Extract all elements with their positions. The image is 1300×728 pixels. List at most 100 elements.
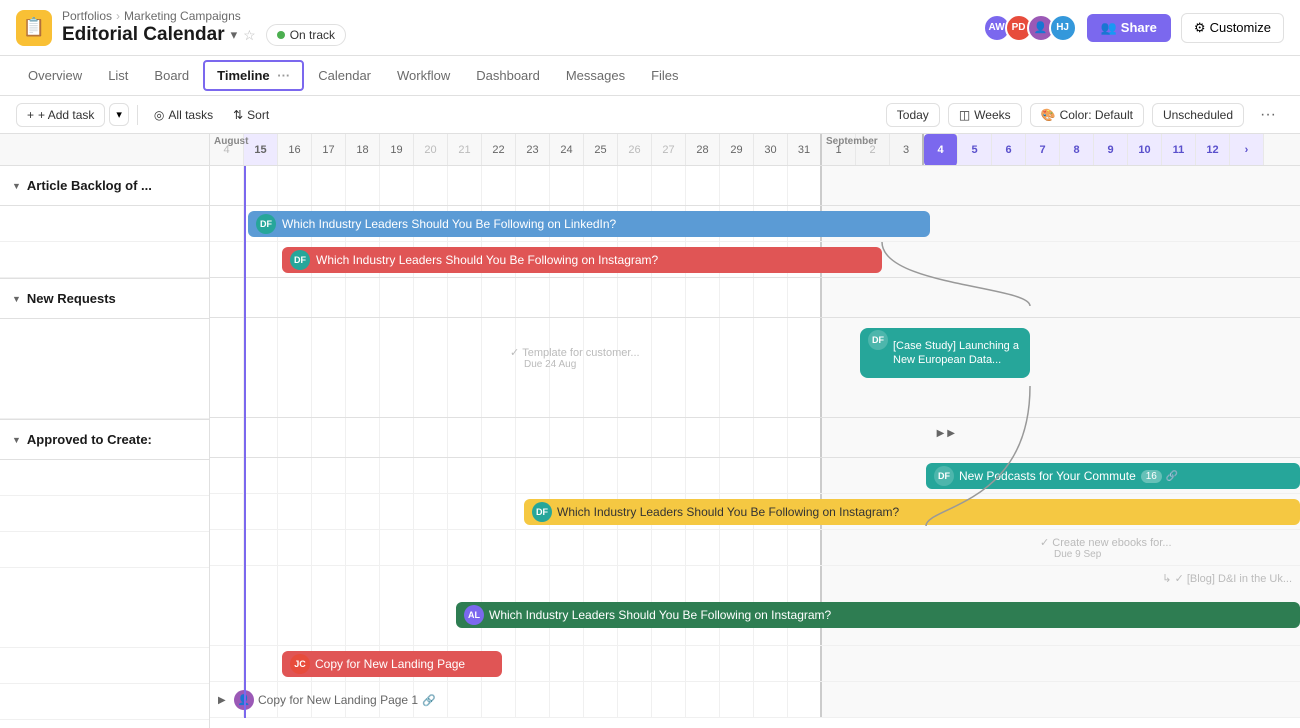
title-star-btn[interactable]: ☆ xyxy=(243,27,256,44)
more-button[interactable]: ··· xyxy=(1252,102,1284,128)
article-backlog-task-row2: DF Which Industry Leaders Should You Be … xyxy=(210,242,1300,278)
task-blog-ghost[interactable]: ↳ ✓ [Blog] D&I in the Uk... xyxy=(1162,572,1300,585)
connector-arrows: ▶ ▶ xyxy=(937,428,955,439)
add-task-button[interactable]: + + Add task xyxy=(16,103,105,127)
approved-row5 xyxy=(0,648,209,684)
august-label: August xyxy=(214,136,248,147)
chevron-down-icon2: ▼ xyxy=(12,294,21,304)
all-tasks-button[interactable]: ◎ All tasks xyxy=(146,104,221,126)
title-dropdown-btn[interactable]: ▾ xyxy=(231,27,238,43)
tab-files[interactable]: Files xyxy=(639,62,690,89)
sep-5: 5 xyxy=(958,134,992,166)
task-ebooks-ghost[interactable]: ✓ Create new ebooks for... Due 9 Sep xyxy=(1040,536,1172,560)
color-button[interactable]: 🎨 Color: Default xyxy=(1030,103,1144,127)
color-icon: 🎨 xyxy=(1041,108,1056,122)
section-article-backlog-header[interactable]: ▼ Article Backlog of ... xyxy=(0,166,209,206)
approved-row2: DF Which Industry Leaders Should You Be … xyxy=(210,494,1300,530)
task-instagram-backlog[interactable]: DF Which Industry Leaders Should You Be … xyxy=(282,247,882,273)
tab-overview[interactable]: Overview xyxy=(16,62,94,89)
september-label: September xyxy=(826,136,878,147)
tab-dashboard[interactable]: Dashboard xyxy=(464,62,552,89)
sep-6: 6 xyxy=(992,134,1026,166)
avatar-df5: DF xyxy=(532,502,552,522)
weeks-icon: ◫ xyxy=(959,108,970,122)
sep-3: 3 xyxy=(890,134,924,166)
sort-label: Sort xyxy=(247,108,269,122)
new-requests-header-row xyxy=(210,278,1300,318)
toolbar: + + Add task ▾ ◎ All tasks ⇅ Sort Today … xyxy=(0,96,1300,134)
share-button[interactable]: 👥 Share xyxy=(1087,14,1171,42)
instagram-backlog-label: Which Industry Leaders Should You Be Fol… xyxy=(316,253,658,267)
section-approved-header[interactable]: ▼ Approved to Create: xyxy=(0,420,209,460)
logo: 📋 xyxy=(16,10,52,46)
status-badge[interactable]: On track xyxy=(266,24,346,46)
blog-ghost-label: [Blog] D&I in the Uk... xyxy=(1187,573,1292,585)
page-title: Editorial Calendar xyxy=(62,24,225,46)
toolbar-right: Today ◫ Weeks 🎨 Color: Default Unschedul… xyxy=(886,102,1284,128)
date-27: 27 xyxy=(652,134,686,166)
linkedin-task-label: Which Industry Leaders Should You Be Fol… xyxy=(282,217,616,231)
podcasts-badge: 16 xyxy=(1141,470,1162,483)
today-button[interactable]: Today xyxy=(886,103,940,127)
tab-timeline[interactable]: Timeline ··· xyxy=(203,60,304,91)
add-task-label: + Add task xyxy=(38,108,94,122)
avatar-jc: JC xyxy=(290,654,310,674)
avatar-df3: DF xyxy=(868,330,888,350)
content-rows: DF Which Industry Leaders Should You Be … xyxy=(210,166,1300,718)
avatar-df4: DF xyxy=(934,466,954,486)
task-new-podcasts[interactable]: DF New Podcasts for Your Commute 16 🔗 xyxy=(926,463,1300,489)
task-linkedin[interactable]: DF Which Industry Leaders Should You Be … xyxy=(248,211,930,237)
task-copy-landing1-ghost[interactable]: 👤 Copy for New Landing Page 1 🔗 xyxy=(234,690,436,710)
task-copy-landing[interactable]: JC Copy for New Landing Page xyxy=(282,651,502,677)
avatars-group: AW PD 👤 HJ xyxy=(983,14,1077,42)
section-new-requests-header[interactable]: ▼ New Requests xyxy=(0,279,209,319)
tab-workflow[interactable]: Workflow xyxy=(385,62,462,89)
date-18: 18 xyxy=(346,134,380,166)
sep-11: 11 xyxy=(1162,134,1196,166)
avatar-al: AL xyxy=(464,605,484,625)
approved-row5: JC Copy for New Landing Page xyxy=(210,646,1300,682)
article-backlog-task-row1: DF Which Industry Leaders Should You Be … xyxy=(210,206,1300,242)
breadcrumb-campaigns[interactable]: Marketing Campaigns xyxy=(124,9,241,23)
august-section: August 4 15 16 17 18 19 20 21 22 23 24 2… xyxy=(210,134,822,165)
weeks-button[interactable]: ◫ Weeks xyxy=(948,103,1022,127)
section-approved: ▼ Approved to Create: xyxy=(0,420,209,728)
task-case-study[interactable]: DF [Case Study] Launching a New European… xyxy=(860,328,1030,378)
date-17: 17 xyxy=(312,134,346,166)
section-article-backlog: ▼ Article Backlog of ... xyxy=(0,166,209,279)
tab-list[interactable]: List xyxy=(96,62,140,89)
sep-9: 9 xyxy=(1094,134,1128,166)
toolbar-sep1 xyxy=(137,105,138,125)
tab-messages[interactable]: Messages xyxy=(554,62,637,89)
task-template-ghost[interactable]: ✓Template for customer... Due 24 Aug xyxy=(510,346,640,370)
approved-row2 xyxy=(0,496,209,532)
approved-label: Approved to Create: xyxy=(27,432,152,447)
sort-button[interactable]: ⇅ Sort xyxy=(225,104,277,126)
article-backlog-row2 xyxy=(0,242,209,278)
avatar-df1: DF xyxy=(256,214,276,234)
approved-row3: ✓ Create new ebooks for... Due 9 Sep xyxy=(210,530,1300,566)
unscheduled-button[interactable]: Unscheduled xyxy=(1152,103,1244,127)
approved-header-row: ▶ ▶ xyxy=(210,418,1300,458)
task-instagram-green[interactable]: AL Which Industry Leaders Should You Be … xyxy=(456,602,1300,628)
add-task-dropdown-icon[interactable]: ▾ xyxy=(109,103,129,126)
ebooks-ghost-label: Create new ebooks for... xyxy=(1052,537,1171,549)
tab-board[interactable]: Board xyxy=(142,62,201,89)
sep-10: 10 xyxy=(1128,134,1162,166)
approved-row7 xyxy=(0,720,209,728)
date-28: 28 xyxy=(686,134,720,166)
tab-calendar[interactable]: Calendar xyxy=(306,62,383,89)
copy-landing1-label: Copy for New Landing Page 1 xyxy=(258,693,418,707)
breadcrumb-portfolios[interactable]: Portfolios xyxy=(62,9,112,23)
right-column: August 4 15 16 17 18 19 20 21 22 23 24 2… xyxy=(210,134,1300,728)
header-right: AW PD 👤 HJ 👥 Share ⚙ Customize xyxy=(983,13,1284,43)
task-instagram-orange[interactable]: DF Which Industry Leaders Should You Be … xyxy=(524,499,1300,525)
approved-row6-expand[interactable]: ▶ xyxy=(218,695,226,706)
date-26: 26 xyxy=(618,134,652,166)
date-22: 22 xyxy=(482,134,516,166)
date-29: 29 xyxy=(720,134,754,166)
customize-button[interactable]: ⚙ Customize xyxy=(1181,13,1284,43)
approved-row1 xyxy=(0,460,209,496)
chevron-down-icon3: ▼ xyxy=(12,435,21,445)
approved-row6 xyxy=(0,684,209,720)
